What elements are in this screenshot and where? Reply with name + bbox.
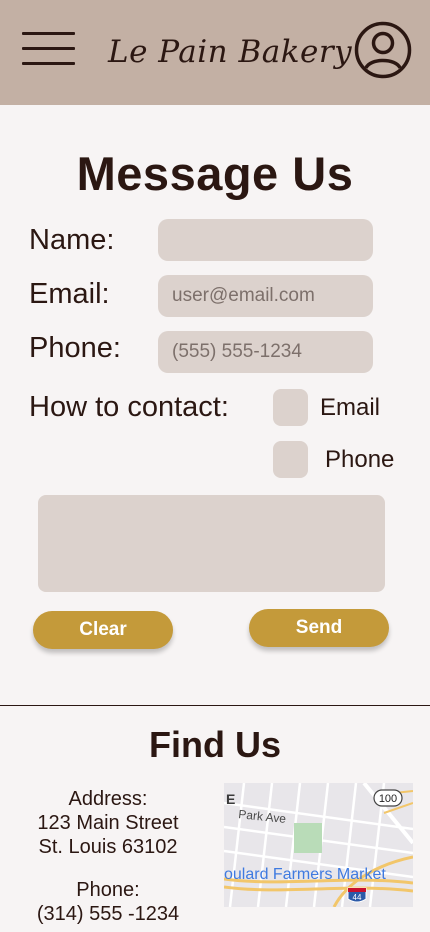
phone-field[interactable] bbox=[158, 331, 373, 373]
address-line-2: St. Louis 63102 bbox=[38, 836, 178, 858]
email-label: Email: bbox=[29, 278, 110, 310]
contact-phone-label: Phone bbox=[325, 446, 395, 473]
message-textarea[interactable] bbox=[38, 495, 385, 592]
map-edge-letter: E bbox=[226, 791, 235, 807]
contact-method-label: How to contact: bbox=[29, 391, 229, 423]
map-place-label: oulard Farmers Market bbox=[224, 866, 386, 883]
address-line-1: 123 Main Street bbox=[37, 812, 179, 834]
address-label: Address: bbox=[68, 788, 148, 810]
hamburger-menu-icon[interactable] bbox=[22, 32, 75, 66]
map-route-number: 100 bbox=[379, 793, 397, 805]
page-title: Message Us bbox=[76, 147, 354, 200]
brand-logo-text[interactable]: Le Pain Bakery bbox=[108, 34, 352, 70]
find-us-title: Find Us bbox=[149, 724, 281, 765]
contact-email-label: Email bbox=[320, 394, 381, 421]
user-account-icon[interactable] bbox=[354, 21, 412, 79]
name-field[interactable] bbox=[158, 219, 373, 261]
phone-block: Phone: (314) 555 -1234 bbox=[8, 878, 208, 926]
name-label: Name: bbox=[29, 224, 115, 256]
phone-label: Phone: bbox=[29, 332, 121, 364]
app-header: Le Pain Bakery bbox=[0, 0, 430, 105]
contact-phone-checkbox[interactable] bbox=[273, 441, 308, 478]
map-park-area bbox=[294, 823, 322, 853]
clear-button[interactable]: Clear bbox=[33, 611, 173, 649]
contact-email-checkbox[interactable] bbox=[273, 389, 308, 426]
send-button[interactable]: Send bbox=[249, 609, 389, 647]
email-field[interactable] bbox=[158, 275, 373, 317]
section-divider bbox=[0, 705, 430, 706]
map-interstate-number: 44 bbox=[353, 893, 362, 902]
phone-number: (314) 555 -1234 bbox=[36, 903, 180, 925]
address-block: Address: 123 Main Street St. Louis 63102 bbox=[8, 787, 208, 859]
location-map[interactable]: E Park Ave 100 oulard Farmers Market 44 bbox=[224, 783, 413, 907]
phone-info-label: Phone: bbox=[76, 879, 140, 901]
